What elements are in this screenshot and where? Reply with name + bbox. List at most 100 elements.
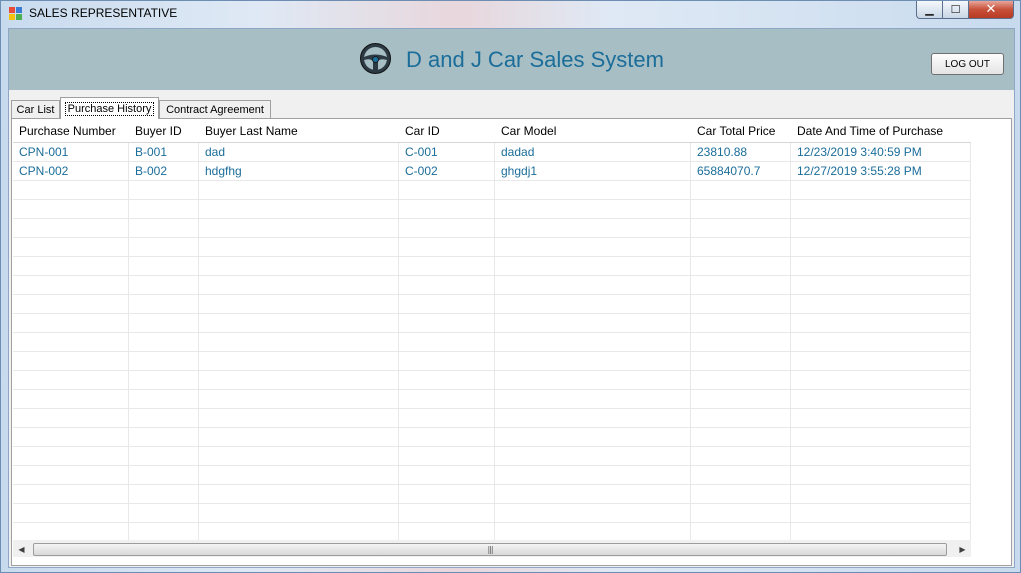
column-header[interactable]: Buyer Last Name bbox=[199, 120, 399, 142]
logout-button[interactable]: LOG OUT bbox=[931, 53, 1004, 75]
close-button[interactable]: ✕ bbox=[969, 1, 1014, 19]
table-cell[interactable]: CPN-002 bbox=[13, 162, 129, 180]
empty-cell bbox=[495, 409, 691, 427]
empty-cell bbox=[691, 466, 791, 484]
empty-cell bbox=[495, 504, 691, 522]
column-header[interactable]: Date And Time of Purchase bbox=[791, 120, 971, 142]
empty-row bbox=[13, 390, 971, 409]
empty-row bbox=[13, 428, 971, 447]
table-row[interactable]: CPN-001 B-001 dad C-001 dadad 23810.88 1… bbox=[13, 143, 971, 162]
empty-cell bbox=[791, 504, 971, 522]
empty-row bbox=[13, 447, 971, 466]
table-cell[interactable]: 12/23/2019 3:40:59 PM bbox=[791, 143, 971, 161]
tab-car-list[interactable]: Car List bbox=[11, 100, 60, 119]
horizontal-scrollbar[interactable]: ◀ ||| ▶ bbox=[13, 540, 971, 557]
table-cell[interactable]: ghgdj1 bbox=[495, 162, 691, 180]
empty-cell bbox=[129, 257, 199, 275]
table-cell[interactable]: C-002 bbox=[399, 162, 495, 180]
column-header[interactable]: Buyer ID bbox=[129, 120, 199, 142]
empty-cell bbox=[129, 276, 199, 294]
empty-cell bbox=[495, 219, 691, 237]
empty-row bbox=[13, 200, 971, 219]
empty-cell bbox=[129, 390, 199, 408]
empty-cell bbox=[495, 200, 691, 218]
empty-row bbox=[13, 238, 971, 257]
empty-cell bbox=[495, 238, 691, 256]
empty-cell bbox=[691, 314, 791, 332]
empty-cell bbox=[129, 504, 199, 522]
empty-cell bbox=[129, 333, 199, 351]
empty-cell bbox=[399, 333, 495, 351]
table-cell[interactable]: 23810.88 bbox=[691, 143, 791, 161]
empty-cell bbox=[691, 390, 791, 408]
tab-label: Purchase History bbox=[64, 101, 155, 116]
empty-cell bbox=[399, 200, 495, 218]
empty-cell bbox=[399, 371, 495, 389]
empty-cell bbox=[13, 485, 129, 503]
empty-cell bbox=[495, 466, 691, 484]
column-header[interactable]: Car ID bbox=[399, 120, 495, 142]
table-cell[interactable]: CPN-001 bbox=[13, 143, 129, 161]
tab-label: Car List bbox=[16, 104, 55, 116]
empty-cell bbox=[399, 352, 495, 370]
empty-cell bbox=[129, 219, 199, 237]
table-cell[interactable]: C-001 bbox=[399, 143, 495, 161]
empty-cell bbox=[13, 428, 129, 446]
page-title: D and J Car Sales System bbox=[406, 47, 664, 72]
empty-cell bbox=[13, 371, 129, 389]
empty-cell bbox=[495, 523, 691, 540]
minimize-button[interactable]: ▁ bbox=[916, 1, 943, 19]
column-header[interactable]: Car Total Price bbox=[691, 120, 791, 142]
empty-cell bbox=[691, 447, 791, 465]
empty-cell bbox=[13, 257, 129, 275]
empty-cell bbox=[691, 257, 791, 275]
empty-row bbox=[13, 219, 971, 238]
empty-cell bbox=[791, 181, 971, 199]
empty-cell bbox=[691, 181, 791, 199]
maximize-button[interactable]: ☐ bbox=[943, 1, 969, 19]
empty-cell bbox=[13, 238, 129, 256]
table-cell[interactable]: 65884070.7 bbox=[691, 162, 791, 180]
empty-cell bbox=[13, 447, 129, 465]
empty-cell bbox=[199, 219, 399, 237]
empty-cell bbox=[791, 314, 971, 332]
empty-cell bbox=[791, 352, 971, 370]
empty-cell bbox=[495, 352, 691, 370]
empty-row bbox=[13, 276, 971, 295]
table-cell[interactable]: dad bbox=[199, 143, 399, 161]
window-title: SALES REPRESENTATIVE bbox=[29, 6, 178, 20]
empty-cell bbox=[791, 485, 971, 503]
table-cell[interactable]: B-002 bbox=[129, 162, 199, 180]
table-cell[interactable]: 12/27/2019 3:55:28 PM bbox=[791, 162, 971, 180]
empty-cell bbox=[791, 523, 971, 540]
column-header[interactable]: Car Model bbox=[495, 120, 691, 142]
header-panel: D and J Car Sales System LOG OUT bbox=[9, 29, 1014, 90]
empty-row bbox=[13, 504, 971, 523]
empty-cell bbox=[399, 390, 495, 408]
column-header[interactable]: Purchase Number bbox=[13, 120, 129, 142]
empty-cell bbox=[129, 371, 199, 389]
steering-wheel-icon bbox=[360, 43, 391, 74]
empty-cell bbox=[691, 485, 791, 503]
empty-cell bbox=[791, 295, 971, 313]
window-controls: ▁ ☐ ✕ bbox=[916, 1, 1014, 19]
empty-cell bbox=[791, 219, 971, 237]
tab-contract-agreement[interactable]: Contract Agreement bbox=[159, 100, 271, 119]
table-row[interactable]: CPN-002 B-002 hdgfhg C-002 ghgdj1 658840… bbox=[13, 162, 971, 181]
table-cell[interactable]: dadad bbox=[495, 143, 691, 161]
empty-cell bbox=[791, 333, 971, 351]
empty-cell bbox=[691, 333, 791, 351]
tab-purchase-history[interactable]: Purchase History bbox=[60, 97, 159, 119]
empty-cell bbox=[399, 238, 495, 256]
empty-cell bbox=[199, 181, 399, 199]
table-cell[interactable]: hdgfhg bbox=[199, 162, 399, 180]
table-cell[interactable]: B-001 bbox=[129, 143, 199, 161]
empty-cell bbox=[691, 238, 791, 256]
purchase-history-grid[interactable]: Purchase Number Buyer ID Buyer Last Name… bbox=[13, 120, 971, 540]
scroll-left-icon[interactable]: ◀ bbox=[13, 541, 30, 558]
empty-cell bbox=[13, 295, 129, 313]
empty-cell bbox=[791, 238, 971, 256]
scroll-right-icon[interactable]: ▶ bbox=[954, 541, 971, 558]
empty-cell bbox=[13, 390, 129, 408]
scrollbar-thumb[interactable]: ||| bbox=[33, 543, 947, 556]
